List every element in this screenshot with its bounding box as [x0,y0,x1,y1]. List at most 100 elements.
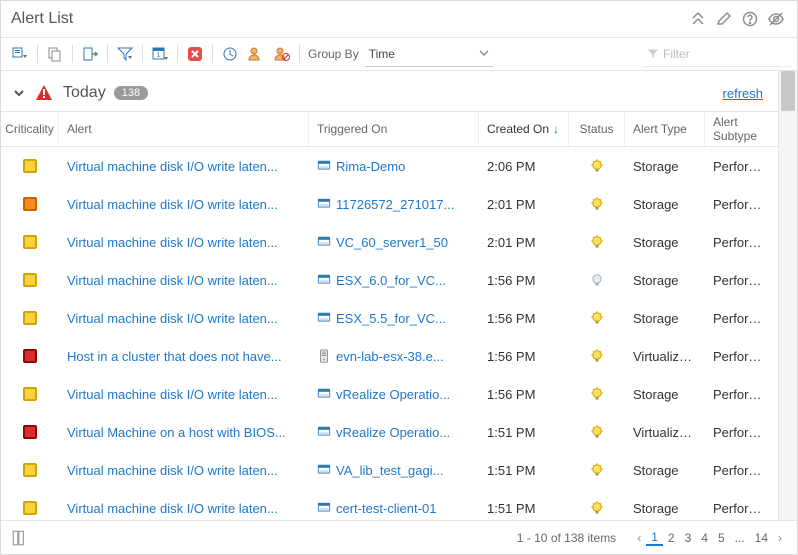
criticality-yellow-icon [23,273,37,287]
suspend-button[interactable] [218,42,242,66]
object-link[interactable]: VC_60_server1_50 [317,235,471,250]
status-cell [569,272,625,288]
lightbulb-on-icon [589,424,605,440]
scrollbar-thumb[interactable] [781,71,795,111]
alert-cell: Host in a cluster that does not have... [59,349,309,364]
pager-prev[interactable]: ‹ [632,531,646,545]
pager-ellipsis: ... [730,531,750,545]
filter-input[interactable]: Filter [643,42,791,67]
alert-list-panel: Alert List 1 Group By Time Filter [0,0,798,555]
object-link[interactable]: ESX_5.5_for_VC... [317,311,471,326]
table-row[interactable]: Virtual Machine on a host with BIOS... vR… [1,413,797,451]
col-type[interactable]: Alert Type [625,112,705,146]
help-icon[interactable] [739,8,761,30]
pager-next[interactable]: › [773,531,787,545]
lightbulb-on-icon [589,348,605,364]
type-cell: Storage [625,273,705,288]
hide-icon[interactable] [765,8,787,30]
table-row[interactable]: Virtual machine disk I/O write laten... E… [1,261,797,299]
pager-page[interactable]: 5 [713,531,730,545]
criticality-cell [1,273,59,287]
table-row[interactable]: Host in a cluster that does not have... e… [1,337,797,375]
alert-link[interactable]: Virtual machine disk I/O write laten... [67,463,278,478]
object-link[interactable]: cert-test-client-01 [317,501,471,516]
subtype-cell: Performa... [705,159,777,174]
export-button[interactable] [78,42,102,66]
alert-link[interactable]: Host in a cluster that does not have... [67,349,282,364]
alert-link[interactable]: Virtual machine disk I/O write laten... [67,159,278,174]
date-button[interactable]: 1 [148,42,172,66]
col-subtype[interactable]: Alert Subtype [705,112,777,146]
table-body: Virtual machine disk I/O write laten... R… [1,147,797,527]
panel-title: Alert List [11,10,73,28]
object-name: vRealize Operatio... [336,425,450,440]
subtype-cell: Performa... [705,349,777,364]
col-triggered[interactable]: Triggered On [309,112,479,146]
pager-page[interactable]: 2 [663,531,680,545]
alert-cell: Virtual Machine on a host with BIOS... [59,425,309,440]
alert-link[interactable]: Virtual machine disk I/O write laten... [67,197,278,212]
group-label: Today [63,84,106,102]
lightbulb-on-icon [589,462,605,478]
table-row[interactable]: Virtual machine disk I/O write laten... E… [1,299,797,337]
object-link[interactable]: ESX_6.0_for_VC... [317,273,471,288]
table-row[interactable]: Virtual machine disk I/O write laten... V… [1,451,797,489]
created-cell: 1:56 PM [479,349,569,364]
criticality-cell [1,235,59,249]
column-toggle-button[interactable] [11,529,29,547]
table-row[interactable]: Virtual machine disk I/O write laten... 1… [1,185,797,223]
alert-cell: Virtual machine disk I/O write laten... [59,273,309,288]
table-row[interactable]: Virtual machine disk I/O write laten... v… [1,375,797,413]
col-criticality[interactable]: Criticality [1,112,59,146]
criticality-cell [1,501,59,515]
object-link[interactable]: 11726572_271017... [317,197,471,212]
lightbulb-on-icon [589,386,605,402]
groupby-select[interactable]: Time [365,42,493,67]
alert-link[interactable]: Virtual machine disk I/O write laten... [67,235,278,250]
alert-link[interactable]: Virtual machine disk I/O write laten... [67,501,278,516]
col-status[interactable]: Status [569,112,625,146]
copy-button[interactable] [43,42,67,66]
alert-link[interactable]: Virtual Machine on a host with BIOS... [67,425,286,440]
criticality-cell [1,463,59,477]
type-cell: Storage [625,501,705,516]
alert-link[interactable]: Virtual machine disk I/O write laten... [67,311,278,326]
alert-link[interactable]: Virtual machine disk I/O write laten... [67,387,278,402]
filter-placeholder: Filter [663,47,690,61]
filter-button[interactable] [113,42,137,66]
object-link[interactable]: Rima-Demo [317,159,471,174]
collapse-icon[interactable] [687,8,709,30]
status-cell [569,424,625,440]
criticality-cell [1,197,59,211]
col-created[interactable]: Created On↓ [479,112,569,146]
table-row[interactable]: Virtual machine disk I/O write laten... R… [1,147,797,185]
criticality-yellow-icon [23,501,37,515]
vertical-scrollbar[interactable] [778,71,797,520]
table-row[interactable]: Virtual machine disk I/O write laten... V… [1,223,797,261]
edit-icon[interactable] [713,8,735,30]
actions-menu-button[interactable] [8,42,32,66]
status-cell [569,500,625,516]
alert-cell: Virtual machine disk I/O write laten... [59,235,309,250]
object-link[interactable]: vRealize Operatio... [317,425,471,440]
triggered-cell: ESX_5.5_for_VC... [309,311,479,326]
col-alert[interactable]: Alert [59,112,309,146]
assign-user-button[interactable] [244,42,268,66]
unassign-user-button[interactable] [270,42,294,66]
subtype-cell: Performa... [705,501,777,516]
subtype-cell: Performa... [705,197,777,212]
cancel-button[interactable] [183,42,207,66]
groupby-label: Group By [308,47,359,61]
group-caret[interactable] [11,85,27,101]
vm-icon [317,197,331,211]
object-link[interactable]: evn-lab-esx-38.e... [317,349,471,364]
pager-page[interactable]: 1 [646,530,663,546]
lightbulb-on-icon [589,158,605,174]
pager-page[interactable]: 3 [680,531,697,545]
pager-page[interactable]: 4 [696,531,713,545]
object-link[interactable]: vRealize Operatio... [317,387,471,402]
object-link[interactable]: VA_lib_test_gagi... [317,463,471,478]
criticality-cell [1,311,59,325]
alert-link[interactable]: Virtual machine disk I/O write laten... [67,273,278,288]
pager-page[interactable]: 14 [750,531,773,545]
